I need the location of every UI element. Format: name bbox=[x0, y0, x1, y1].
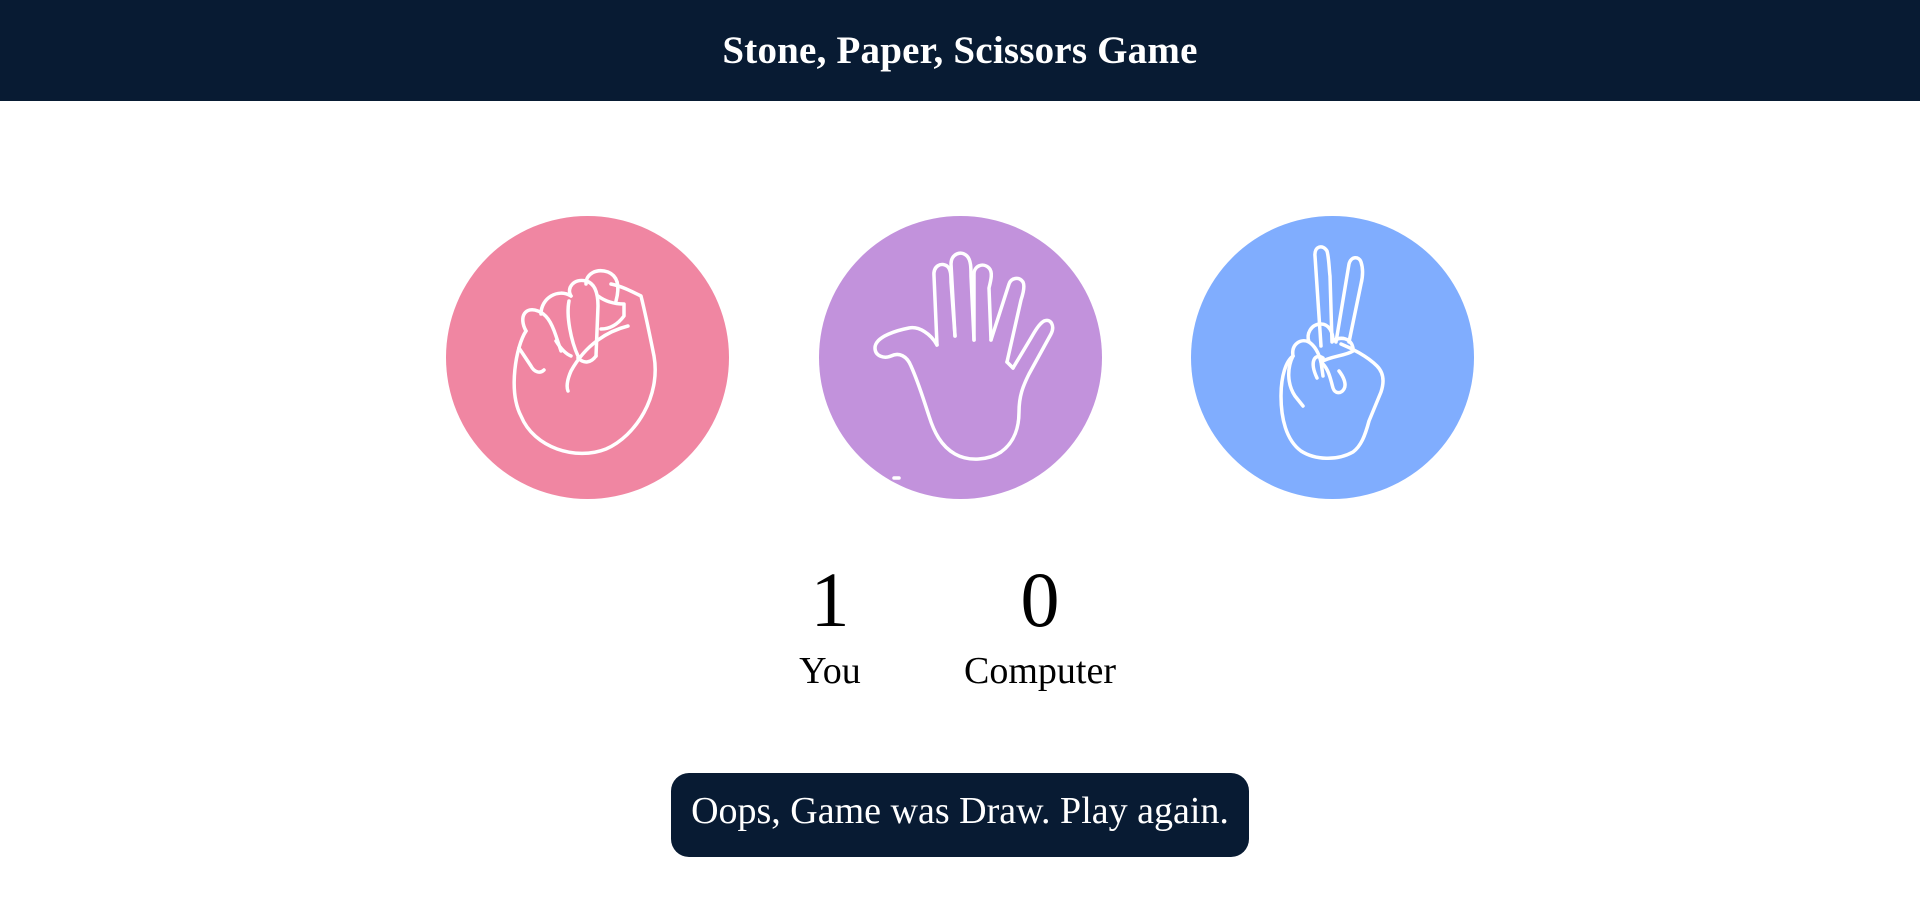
computer-score-label: Computer bbox=[964, 650, 1116, 692]
user-score-block: 1 You bbox=[770, 555, 890, 693]
computer-score-block: 0 Computer bbox=[940, 555, 1140, 693]
fist-icon bbox=[512, 269, 657, 456]
computer-score: 0 bbox=[1020, 556, 1060, 643]
peace-hand-icon bbox=[1279, 245, 1385, 460]
user-score-label: You bbox=[799, 650, 861, 692]
choices-container bbox=[0, 216, 1920, 499]
paper-choice-button[interactable] bbox=[819, 216, 1102, 499]
page-title: Stone, Paper, Scissors Game bbox=[722, 29, 1198, 72]
user-score: 1 bbox=[810, 556, 850, 643]
rock-choice-button[interactable] bbox=[446, 216, 729, 499]
scissors-choice-button[interactable] bbox=[1191, 216, 1474, 499]
result-message: Oops, Game was Draw. Play again. bbox=[671, 773, 1249, 857]
open-hand-icon bbox=[873, 251, 1055, 480]
score-board: 1 You 0 Computer bbox=[0, 555, 1920, 695]
message-container: Oops, Game was Draw. Play again. bbox=[0, 773, 1920, 857]
header-bar: Stone, Paper, Scissors Game bbox=[0, 0, 1920, 101]
